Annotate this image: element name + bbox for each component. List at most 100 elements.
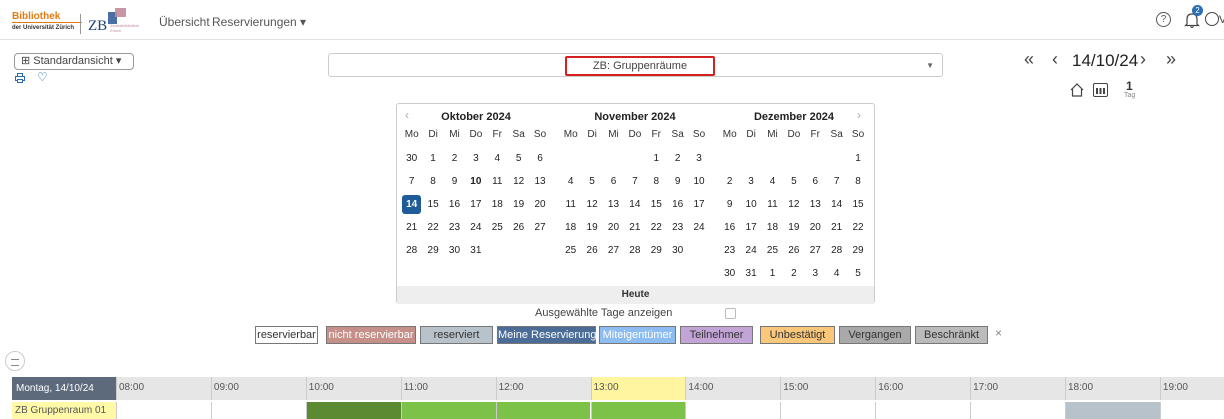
calendar-day[interactable]: 20 xyxy=(805,216,826,239)
calendar-day[interactable]: 26 xyxy=(581,239,602,262)
calendar-day[interactable]: 24 xyxy=(465,216,486,239)
print-icon[interactable] xyxy=(15,73,25,83)
calendar-day[interactable]: 28 xyxy=(826,239,847,262)
calendar-day[interactable]: 11 xyxy=(762,193,783,216)
calendar-day[interactable]: 2 xyxy=(783,262,804,285)
filter-icon[interactable] xyxy=(5,351,25,371)
calendar-day[interactable]: 14 xyxy=(826,193,847,216)
legend-close-icon[interactable]: × xyxy=(995,326,1002,340)
calendar-day[interactable]: 22 xyxy=(422,216,443,239)
calendar-day[interactable]: 7 xyxy=(401,170,422,193)
calendar-day[interactable]: 27 xyxy=(603,239,624,262)
home-icon[interactable] xyxy=(1069,82,1085,98)
calendar-day[interactable]: 30 xyxy=(401,147,422,170)
user-menu-label[interactable]: V xyxy=(1219,14,1224,26)
uzh-library-logo[interactable]: Bibliothek der Universität Zürich xyxy=(12,11,82,35)
calendar-day[interactable]: 31 xyxy=(740,262,761,285)
calendar-day[interactable]: 12 xyxy=(581,193,602,216)
calendar-day[interactable]: 3 xyxy=(740,170,761,193)
calendar-day[interactable]: 2 xyxy=(667,147,688,170)
calendar-day[interactable]: 24 xyxy=(740,239,761,262)
calendar-day[interactable]: 1 xyxy=(646,147,667,170)
chevron-right-icon[interactable]: › xyxy=(1140,49,1146,70)
calendar-day[interactable]: 21 xyxy=(826,216,847,239)
calendar-day[interactable]: 1 xyxy=(422,147,443,170)
calendar-day[interactable]: 3 xyxy=(805,262,826,285)
room-label[interactable]: ZB Gruppenraum 01 xyxy=(12,402,116,419)
calendar-day[interactable]: 1 xyxy=(762,262,783,285)
calendar-day[interactable]: 27 xyxy=(529,216,550,239)
calendar-day[interactable]: 7 xyxy=(826,170,847,193)
calendar-day[interactable]: 17 xyxy=(740,216,761,239)
calendar-day[interactable]: 15 xyxy=(847,193,868,216)
schedule-slot[interactable] xyxy=(590,402,686,419)
day-count[interactable]: 1 xyxy=(1126,80,1133,92)
calendar-day[interactable]: 20 xyxy=(603,216,624,239)
calendar-day[interactable]: 29 xyxy=(646,239,667,262)
calendar-day[interactable]: 16 xyxy=(667,193,688,216)
calendar-day[interactable]: 21 xyxy=(624,216,645,239)
calendar-day[interactable]: 19 xyxy=(783,216,804,239)
calendar-day[interactable]: 23 xyxy=(444,216,465,239)
calendar-day[interactable]: 20 xyxy=(529,193,550,216)
schedule-slot[interactable] xyxy=(400,402,496,419)
calendar-day[interactable]: 17 xyxy=(688,193,709,216)
schedule-slot[interactable] xyxy=(1159,402,1224,419)
resource-group-select[interactable]: ZB: Gruppenräume ▼ xyxy=(328,53,943,77)
calendar-day[interactable]: 7 xyxy=(624,170,645,193)
calendar-day[interactable]: 6 xyxy=(529,147,550,170)
calendar-day[interactable]: 2 xyxy=(719,170,740,193)
calendar-day[interactable]: 26 xyxy=(508,216,529,239)
calendar-day[interactable]: 8 xyxy=(847,170,868,193)
calendar-day[interactable]: 4 xyxy=(560,170,581,193)
schedule-slot[interactable] xyxy=(685,402,781,419)
calendar-day[interactable]: 6 xyxy=(805,170,826,193)
calendar-day[interactable]: 4 xyxy=(826,262,847,285)
calendar-day[interactable]: 13 xyxy=(529,170,550,193)
question-circle-icon[interactable]: ? xyxy=(1156,12,1171,27)
calendar-day[interactable]: 29 xyxy=(422,239,443,262)
calendar-day[interactable]: 11 xyxy=(487,170,508,193)
calendar-day[interactable]: 11 xyxy=(560,193,581,216)
calendar-day[interactable]: 8 xyxy=(646,170,667,193)
calendar-day[interactable]: 18 xyxy=(762,216,783,239)
double-chevron-left-icon[interactable]: « xyxy=(1024,49,1034,70)
calendar-day[interactable]: 21 xyxy=(401,216,422,239)
calendar-day[interactable]: 30 xyxy=(667,239,688,262)
calendar-day[interactable]: 3 xyxy=(688,147,709,170)
calendar-day[interactable]: 28 xyxy=(624,239,645,262)
schedule-slot[interactable] xyxy=(780,402,876,419)
schedule-slot[interactable] xyxy=(875,402,971,419)
calendar-day[interactable]: 6 xyxy=(603,170,624,193)
calendar-day[interactable]: 23 xyxy=(719,239,740,262)
calendar-day[interactable]: 12 xyxy=(508,170,529,193)
calendar-day[interactable]: 2 xyxy=(444,147,465,170)
calendar-day[interactable]: 22 xyxy=(646,216,667,239)
nav-reservations-dropdown[interactable]: Reservierungen ▾ xyxy=(212,15,306,29)
calendar-icon[interactable] xyxy=(1093,83,1108,97)
calendar-day[interactable]: 19 xyxy=(581,216,602,239)
calendar-day[interactable]: 9 xyxy=(719,193,740,216)
calendar-day[interactable]: 13 xyxy=(603,193,624,216)
calendar-day[interactable]: 1 xyxy=(847,147,868,170)
calendar-day[interactable]: 15 xyxy=(422,193,443,216)
calendar-day[interactable]: 5 xyxy=(847,262,868,285)
calendar-day[interactable]: 3 xyxy=(465,147,486,170)
calendar-day[interactable]: 5 xyxy=(581,170,602,193)
heart-icon[interactable]: ♡ xyxy=(37,71,48,83)
schedule-slot[interactable] xyxy=(495,402,591,419)
calendar-day[interactable]: 26 xyxy=(783,239,804,262)
calendar-day[interactable]: 18 xyxy=(560,216,581,239)
calendar-day[interactable]: 14 xyxy=(624,193,645,216)
calendar-day[interactable]: 25 xyxy=(762,239,783,262)
today-button[interactable]: Heute xyxy=(397,286,874,304)
user-circle-icon[interactable] xyxy=(1205,12,1219,26)
schedule-slot[interactable] xyxy=(970,402,1065,419)
schedule-slot[interactable] xyxy=(305,402,401,419)
calendar-day[interactable]: 13 xyxy=(805,193,826,216)
calendar-day[interactable]: 18 xyxy=(487,193,508,216)
calendar-day[interactable]: 9 xyxy=(667,170,688,193)
calendar-day[interactable]: 12 xyxy=(783,193,804,216)
calendar-day[interactable]: 10 xyxy=(465,170,486,193)
calendar-day[interactable]: 28 xyxy=(401,239,422,262)
